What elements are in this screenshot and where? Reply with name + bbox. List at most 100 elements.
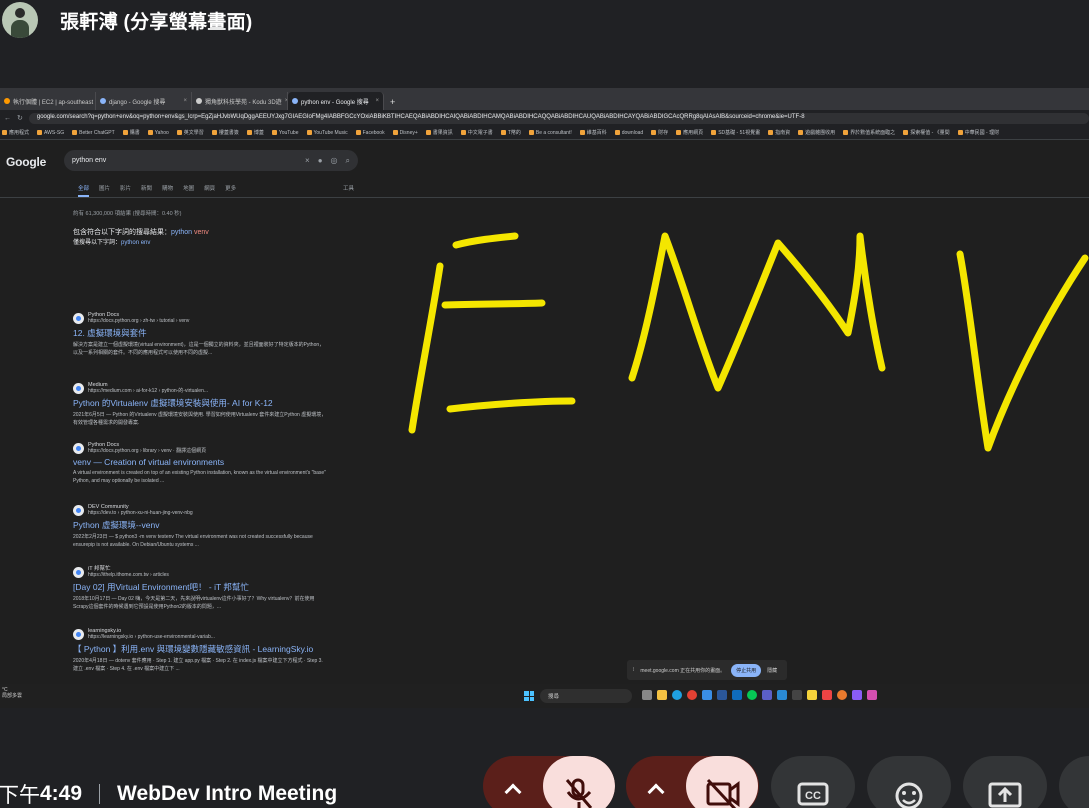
bookmark-item[interactable]: SD基礎 - 51視覺畫 — [711, 129, 760, 136]
bookmark-label: 中華民國 - 理財 — [964, 130, 1000, 136]
result-source[interactable]: DEV Community https://dev.to › python-xu-… — [73, 504, 373, 516]
sticky-notes-icon[interactable] — [807, 690, 817, 700]
result-source[interactable]: Python Docs https://docs.python.org › zh-… — [73, 312, 373, 324]
address-bar[interactable]: google.com/search?q=python+env&oq=python… — [28, 112, 1089, 124]
start-icon[interactable] — [524, 691, 534, 701]
only-link[interactable]: python env — [121, 240, 150, 246]
bookmark-item[interactable]: 探索權值 - 《量間 — [903, 129, 950, 136]
terminal-icon[interactable] — [792, 690, 802, 700]
search-tab[interactable]: 購物 — [162, 184, 173, 197]
bookmark-label: 英文學習 — [183, 130, 204, 136]
browser-tab[interactable]: 執行個體 | EC2 | ap-southeast× — [0, 92, 96, 110]
bookmark-item[interactable]: 中華民國 - 理財 — [957, 129, 1000, 136]
result-title-link[interactable]: Python 虛擬環境--venv — [73, 519, 373, 531]
bookmark-item[interactable]: 樓蓋書簽 — [211, 129, 239, 136]
search-tab[interactable]: 更多 — [225, 184, 236, 197]
browser-tab[interactable]: django - Google 搜尋 × — [96, 92, 192, 110]
search-tab[interactable]: 新聞 — [141, 184, 152, 197]
result-source[interactable]: iT 邦幫忙 https://ithelp.ithome.com.tw › art… — [73, 566, 373, 578]
line-icon[interactable] — [747, 690, 757, 700]
bookmark-item[interactable]: 財存 — [651, 129, 668, 136]
search-tab[interactable]: 圖片 — [99, 184, 110, 197]
more-options-button[interactable] — [1059, 756, 1089, 808]
search-tab[interactable]: 全部 — [78, 184, 90, 197]
mic-off-button[interactable] — [543, 756, 615, 808]
bookmark-item[interactable]: 應用程式 — [2, 129, 29, 136]
tools-button[interactable]: 工具 — [343, 184, 354, 192]
bookmark-item[interactable]: Yahoo — [147, 130, 169, 136]
bookmark-item[interactable]: 指南資 — [768, 129, 790, 136]
result-source[interactable]: learningsky.io https://learningsky.io › p… — [73, 628, 373, 640]
store-icon[interactable] — [702, 690, 712, 700]
close-icon[interactable]: × — [183, 98, 187, 104]
app-icon[interactable] — [852, 690, 862, 700]
word-icon[interactable] — [717, 690, 727, 700]
vscode-icon[interactable] — [777, 690, 787, 700]
result-title-link[interactable]: 12. 虛擬環境與套件 — [73, 327, 373, 339]
result-source[interactable]: Medium https://medium.com › ai-for-k12 › … — [73, 382, 373, 394]
bookmark-item[interactable]: 遊戲雜團收用 — [798, 129, 835, 136]
reactions-button[interactable] — [867, 756, 951, 808]
bookmark-folder-icon — [72, 130, 78, 135]
drag-handle-icon[interactable]: ⁞ — [633, 667, 634, 673]
taskbar-search[interactable]: 搜尋 — [540, 689, 632, 703]
result-title-link[interactable]: 【 Python 】利用.env 與環境變數隱藏敏感資訊 - LearningS… — [73, 643, 373, 655]
file-explorer-icon[interactable] — [657, 690, 667, 700]
clear-icon[interactable]: × — [305, 156, 310, 165]
bookmark-item[interactable]: 購書 — [122, 129, 140, 136]
bookmark-item[interactable]: 中文電子書 — [460, 129, 493, 136]
search-box[interactable]: python env × ● ◎ ⌕ — [64, 150, 358, 171]
result-url: https://docs.python.org › library › venv… — [88, 448, 207, 454]
bookmark-item[interactable]: 博蓋 — [246, 129, 264, 136]
bookmark-item[interactable]: Disney+ — [392, 130, 418, 136]
bookmark-item[interactable]: 英文學習 — [176, 129, 204, 136]
bookmark-item[interactable]: download — [614, 130, 643, 136]
bookmark-item[interactable]: YouTube — [271, 130, 299, 136]
search-icon[interactable]: ⌕ — [346, 156, 350, 166]
app-icon[interactable] — [837, 690, 847, 700]
result-title-link[interactable]: [Day 02] 用Virtual Environment吧！ - iT 邦幫忙 — [73, 581, 373, 593]
camera-options-chevron-icon[interactable] — [647, 783, 665, 801]
outlook-icon[interactable] — [732, 690, 742, 700]
mic-icon[interactable]: ● — [318, 156, 323, 165]
chrome-icon[interactable] — [687, 690, 697, 700]
browser-tab-active[interactable]: python env - Google 搜尋 × — [288, 92, 384, 110]
result-title-link[interactable]: Python 的Virtualenv 虛擬環境安裝與使用- AI for K-1… — [73, 397, 373, 409]
search-tab[interactable]: 網頁 — [204, 184, 215, 197]
app-icon[interactable] — [867, 690, 877, 700]
close-icon[interactable]: × — [375, 98, 379, 104]
bookmark-item[interactable]: AWS-SG — [37, 130, 64, 136]
weather-widget[interactable]: °C 局部多雲 — [2, 687, 22, 699]
search-input[interactable]: python env — [72, 157, 297, 164]
camera-off-button[interactable] — [686, 756, 758, 808]
edge-icon[interactable] — [672, 690, 682, 700]
app-icon[interactable] — [822, 690, 832, 700]
bookmark-item[interactable]: Be a consultant! — [528, 130, 572, 136]
mic-options-chevron-icon[interactable] — [504, 783, 522, 801]
search-tab[interactable]: 地圖 — [183, 184, 194, 197]
browser-tab[interactable]: 獨角獸科技學苑 - Kodu 3D遊 × — [192, 92, 288, 110]
task-view-icon[interactable] — [642, 690, 652, 700]
google-logo[interactable]: Google — [6, 155, 46, 169]
correction-link[interactable]: python venv — [171, 229, 209, 236]
bookmark-item[interactable]: Facebook — [355, 130, 385, 136]
lens-icon[interactable]: ◎ — [331, 156, 338, 165]
teams-icon[interactable] — [762, 690, 772, 700]
bookmark-item[interactable]: YouTube Music — [306, 130, 348, 136]
reload-icon[interactable]: ↻ — [17, 114, 23, 122]
captions-button[interactable]: CC — [771, 756, 855, 808]
bookmark-item[interactable]: T幣的 — [500, 129, 521, 136]
stop-sharing-button[interactable]: 停止共用 — [731, 663, 762, 677]
search-tab[interactable]: 影片 — [120, 184, 131, 197]
hide-button[interactable]: 隱藏 — [767, 667, 777, 674]
bookmark-item[interactable]: Better ChatGPT — [72, 130, 115, 136]
present-screen-button[interactable] — [963, 756, 1047, 808]
bookmark-item[interactable]: 應用網頁 — [676, 129, 703, 136]
new-tab-button[interactable]: + — [384, 97, 401, 110]
result-source[interactable]: Python Docs https://docs.python.org › lib… — [73, 442, 373, 454]
bookmark-item[interactable]: 書果資訊 — [425, 129, 453, 136]
bookmark-item[interactable]: 界於數值系統面臨之 — [843, 129, 895, 136]
bookmark-item[interactable]: 維基百科 — [579, 129, 607, 136]
back-icon[interactable]: ← — [4, 115, 11, 122]
result-title-link[interactable]: venv — Creation of virtual environments — [73, 457, 373, 467]
